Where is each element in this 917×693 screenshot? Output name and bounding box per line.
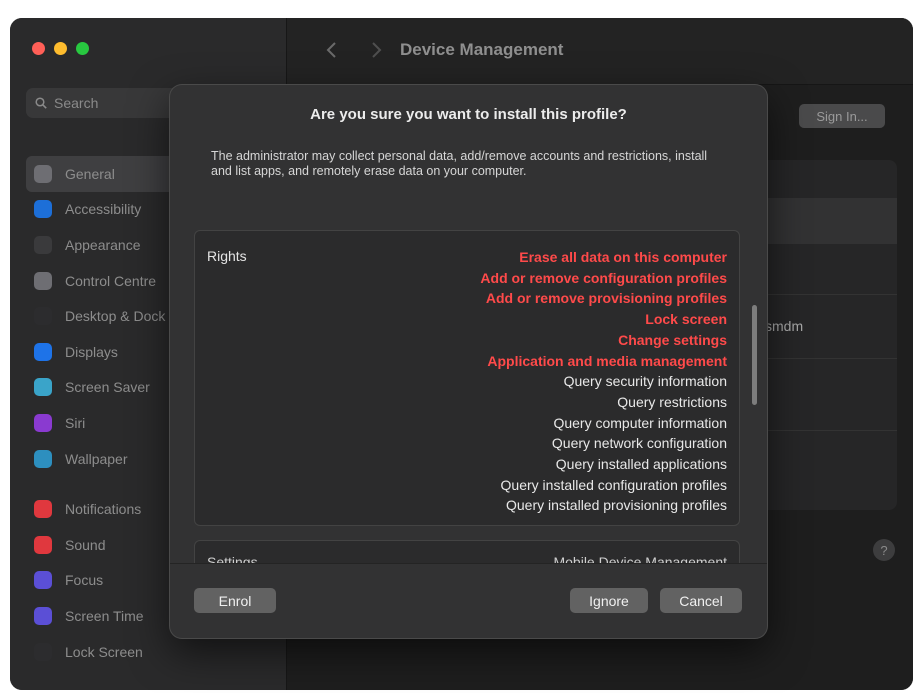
toolbar: Device Management	[287, 18, 913, 85]
appearance-icon	[34, 235, 52, 254]
panel-row-highlight	[757, 198, 897, 244]
sidebar-item-label: Screen Time	[65, 607, 144, 624]
footer-divider	[170, 563, 767, 564]
right-item: Erase all data on this computer	[519, 249, 727, 265]
settings-box: Settings Mobile Device Management	[194, 540, 740, 563]
right-item: Query network configuration	[551, 435, 727, 452]
accessibility-icon	[34, 200, 52, 219]
panel-divider	[757, 358, 897, 359]
siri-icon	[34, 413, 52, 432]
sidebar-item-label: Displays	[65, 343, 118, 360]
sidebar-item-label: Desktop & Dock	[65, 308, 166, 325]
help-button[interactable]: ?	[873, 539, 895, 561]
enrol-button[interactable]: Enrol	[194, 588, 276, 613]
right-item: Query installed configuration profiles	[500, 476, 727, 493]
settings-value: Mobile Device Management	[553, 554, 727, 563]
right-item: Change settings	[618, 331, 727, 348]
dialog-title: Are you sure you want to install this pr…	[310, 106, 627, 123]
dialog-message: The administrator may collect personal d…	[211, 149, 708, 178]
sound-icon	[34, 535, 52, 554]
install-profile-dialog: Are you sure you want to install this pr…	[170, 85, 767, 638]
right-item: Application and media management	[487, 352, 727, 369]
right-item: Query installed provisioning profiles	[506, 497, 727, 514]
panel-divider	[757, 430, 897, 431]
zoom-window-button[interactable]	[76, 42, 89, 55]
search-icon	[35, 97, 47, 109]
screen-saver-icon	[34, 378, 52, 397]
page-title: Device Management	[400, 40, 564, 59]
cancel-button[interactable]: Cancel	[660, 588, 742, 613]
sidebar-item-label: General	[65, 165, 115, 182]
scrollbar-thumb[interactable]	[752, 305, 757, 405]
right-item: Query restrictions	[617, 393, 727, 410]
right-item: Add or remove provisioning profiles	[485, 290, 727, 307]
close-window-button[interactable]	[32, 42, 45, 55]
window-controls	[32, 42, 89, 55]
notifications-icon	[34, 500, 52, 519]
desktop-dock-icon	[34, 307, 52, 326]
focus-icon	[34, 571, 52, 590]
sidebar-item-label: Appearance	[65, 236, 141, 253]
right-item: Query installed applications	[555, 456, 727, 473]
back-chevron-icon[interactable]	[325, 40, 339, 60]
sidebar-item-lock-screen[interactable]: Lock Screen	[26, 634, 276, 670]
sidebar-item-label: Notifications	[65, 501, 142, 518]
sidebar-item-label: Wallpaper	[65, 450, 128, 467]
right-item: Query security information	[563, 373, 727, 390]
right-item: Lock screen	[645, 311, 727, 328]
right-item: Add or remove configuration profiles	[480, 269, 727, 286]
scrollbar[interactable]	[748, 225, 760, 563]
dialog-scroll-area[interactable]: Rights Erase all data on this computer Ad…	[194, 230, 746, 563]
rights-label: Rights	[207, 248, 247, 264]
lock-screen-icon	[34, 642, 52, 661]
ignore-button[interactable]: Ignore	[570, 588, 648, 613]
sidebar-item-label: Control Centre	[65, 272, 157, 289]
panel-divider	[757, 294, 897, 295]
sidebar-item-label: Lock Screen	[65, 643, 143, 660]
forward-chevron-icon[interactable]	[369, 40, 383, 60]
sign-in-button[interactable]: Sign In...	[799, 104, 885, 128]
gear-icon	[34, 164, 52, 183]
sidebar-item-label: Screen Saver	[65, 379, 150, 396]
search-placeholder: Search	[54, 95, 99, 111]
sidebar-item-label: Accessibility	[65, 201, 142, 218]
minimize-window-button[interactable]	[54, 42, 67, 55]
right-item: Query computer information	[553, 414, 727, 431]
rights-box: Rights Erase all data on this computer Ad…	[194, 230, 740, 526]
sidebar-item-label: Sound	[65, 536, 106, 553]
sidebar-item-label: Siri	[65, 414, 86, 431]
wallpaper-icon	[34, 449, 52, 468]
screen-time-icon	[34, 606, 52, 625]
sidebar-item-label: Focus	[65, 572, 104, 589]
control-centre-icon	[34, 271, 52, 290]
displays-icon	[34, 342, 52, 361]
mdm-profile-text: smdm	[765, 318, 804, 334]
rights-list: Erase all data on this computer Add or re…	[480, 247, 727, 516]
settings-label: Settings	[207, 554, 258, 563]
